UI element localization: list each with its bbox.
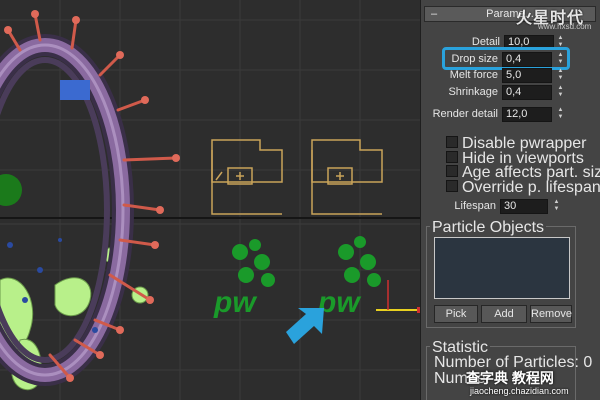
watermark-url: www.hxsd.com: [538, 22, 592, 31]
render-detail-label: Render detail: [432, 108, 498, 120]
checkbox-box[interactable]: [446, 136, 458, 148]
checkbox-box[interactable]: [446, 151, 458, 163]
spinner-arrows-icon[interactable]: ▲ ▼: [552, 199, 561, 214]
callout-arrow-icon: [286, 308, 324, 344]
lifespan-field[interactable]: 30: [500, 199, 548, 214]
wrapper-helper-1: [211, 139, 283, 215]
shrinkage-label: Shrinkage: [448, 86, 498, 98]
spinner-arrows-icon[interactable]: ▲ ▼: [556, 107, 565, 122]
particle-objects-title: Particle Objects: [430, 219, 547, 237]
spinner-arrows-icon[interactable]: ▲ ▼: [556, 85, 565, 100]
spinner-arrows-icon[interactable]: ▲ ▼: [556, 68, 565, 83]
melt-force-field[interactable]: 5,0: [502, 68, 552, 83]
viewport-scene: pw pw: [0, 0, 420, 400]
lifespan-label: Lifespan: [454, 200, 496, 212]
viewport[interactable]: pw pw: [0, 0, 420, 400]
pw-helper-label-2: pw: [317, 286, 361, 319]
checkbox-box[interactable]: [446, 180, 458, 192]
shrinkage-field[interactable]: 0,4: [502, 85, 552, 100]
shrinkage-row: Shrinkage 0,4 ▲ ▼: [448, 85, 566, 101]
remove-button[interactable]: Remove: [530, 305, 572, 323]
checkbox-box[interactable]: [446, 165, 458, 177]
pw-helper-label-1: pw: [213, 286, 257, 319]
render-detail-row: Render detail 12,0 ▲ ▼: [433, 107, 566, 123]
render-detail-field[interactable]: 12,0: [502, 107, 552, 122]
add-button[interactable]: Add: [481, 305, 527, 323]
bottom-watermark-url: jiaocheng.chazidian.com: [470, 386, 569, 396]
particle-objects-list[interactable]: [434, 237, 570, 299]
lifespan-row: Lifespan 30 ▲ ▼: [454, 199, 562, 215]
melt-force-row: Melt force 5,0 ▲ ▼: [450, 68, 566, 84]
bottom-watermark: 查字典 教程网: [466, 370, 554, 386]
pick-button[interactable]: Pick: [434, 305, 478, 323]
melt-force-label: Melt force: [449, 69, 498, 81]
checkbox-label: Override p. lifespan: [462, 179, 600, 196]
pw-helper-icon-1: [232, 239, 275, 287]
wrapper-helper-2: [311, 139, 383, 215]
drop-size-highlight: [442, 47, 570, 70]
